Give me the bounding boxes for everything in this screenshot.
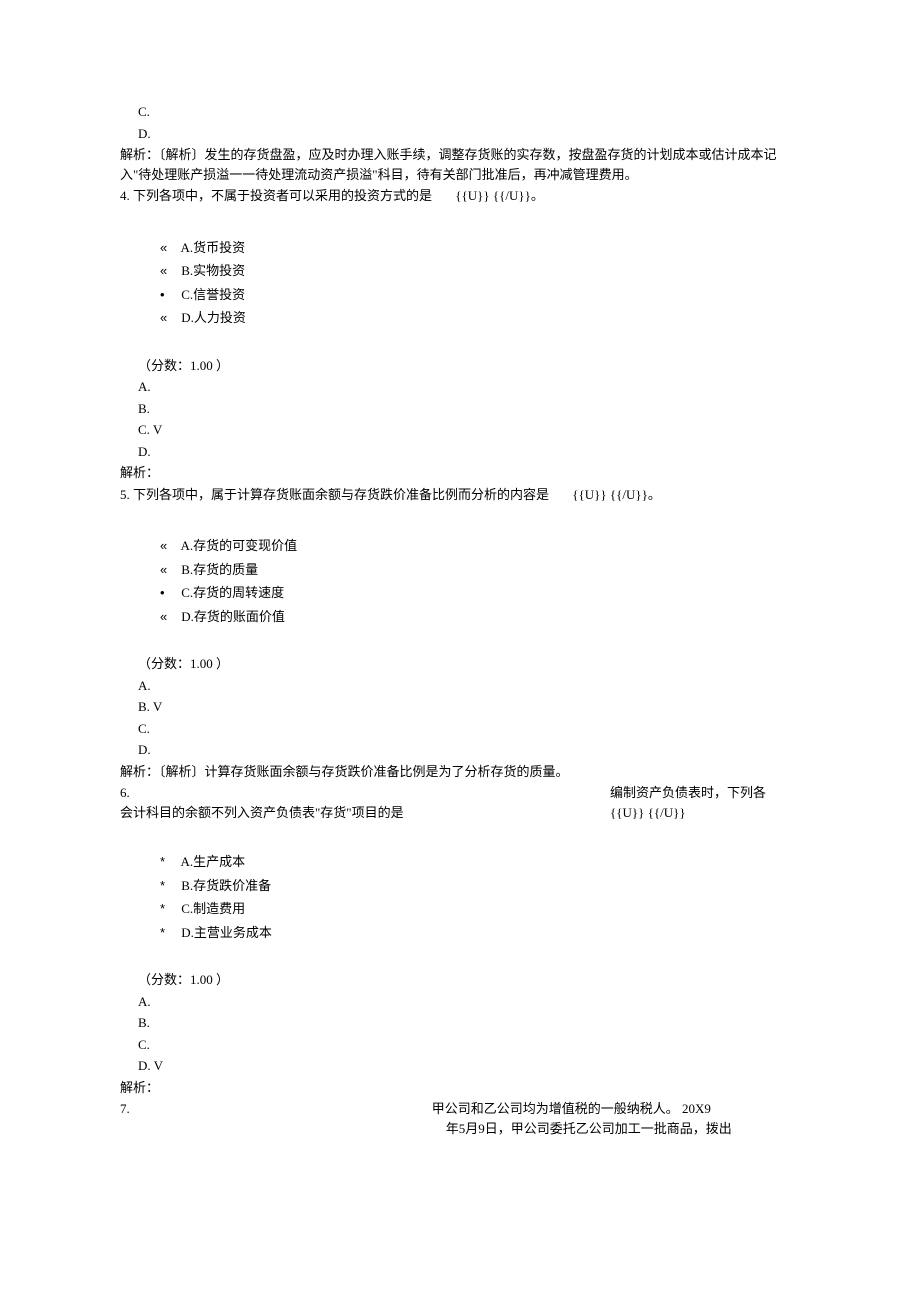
q4-answer-b: B. — [120, 399, 800, 419]
bullet-icon: * — [160, 923, 178, 943]
q5-explanation: 解析：〔解析〕计算存货账面余额与存货跌价准备比例是为了分析存货的质量。 — [120, 762, 800, 782]
q6-option-a: * A.生产成本 — [120, 852, 800, 872]
q6-row1: 6. 编制资产负债表时，下列各 — [120, 783, 800, 803]
q6-option-d: * D.主营业务成本 — [120, 923, 800, 943]
q4-stem-text: 4. 下列各项中，不属于投资者可以采用的投资方式的是 — [120, 188, 432, 203]
q6-answer-d: D. V — [120, 1056, 800, 1076]
q6-tag: {{U}} {{/U}} — [610, 803, 800, 823]
q5-option-c: • C.存货的周转速度 — [120, 583, 800, 603]
document-page: C. D. 解析：〔解析〕发生的存货盘盈，应及时办理入账手续，调整存货账的实存数… — [0, 0, 920, 1303]
q4-option-c: • C.信誉投资 — [120, 285, 800, 305]
bullet-icon: « — [160, 607, 178, 627]
q5-option-b-label: B.存货的质量 — [181, 562, 258, 577]
q6-row2: 会计科目的余额不列入资产负债表"存货"项目的是 {{U}} {{/U}} — [120, 803, 800, 823]
q4-answer-c: C. V — [120, 420, 800, 440]
q5-option-a-label: A.存货的可变现价值 — [181, 538, 298, 553]
q4-explanation: 解析： — [120, 463, 800, 483]
q6-answer-c: C. — [120, 1035, 800, 1055]
bullet-icon: • — [160, 285, 178, 305]
bullet-icon: « — [160, 261, 178, 281]
q5-score: （分数：1.00 ） — [120, 654, 800, 674]
q4-option-c-label: C.信誉投资 — [181, 287, 245, 302]
q4-option-b: « B.实物投资 — [120, 261, 800, 281]
q4-stem: 4. 下列各项中，不属于投资者可以采用的投资方式的是 {{U}} {{/U}}。 — [120, 186, 800, 206]
answer-option-d: D. — [120, 124, 800, 144]
q6-score: （分数：1.00 ） — [120, 970, 800, 990]
q6-option-b-label: B.存货跌价准备 — [181, 878, 271, 893]
q5-answer-c: C. — [120, 719, 800, 739]
bullet-icon: « — [160, 308, 178, 328]
bullet-icon: * — [160, 876, 178, 896]
q4-option-d: « D.人力投资 — [120, 308, 800, 328]
q7-row1: 7. 甲公司和乙公司均为增值税的一般纳税人。 20X9 — [120, 1099, 800, 1119]
q5-stem-text: 5. 下列各项中，属于计算存货账面余额与存货跌价准备比例而分析的内容是 — [120, 487, 549, 502]
q5-option-b: « B.存货的质量 — [120, 560, 800, 580]
bullet-icon: * — [160, 899, 178, 919]
q4-tag: {{U}} {{/U}}。 — [435, 188, 544, 203]
q4-option-b-label: B.实物投资 — [181, 263, 245, 278]
q6-answer-a: A. — [120, 992, 800, 1012]
q6-option-c-label: C.制造费用 — [181, 901, 245, 916]
bullet-icon: « — [160, 536, 178, 556]
q7-right2: 年5月9日，甲公司委托乙公司加工一批商品，拨出 — [446, 1119, 732, 1139]
q6-answer-b: B. — [120, 1013, 800, 1033]
q5-option-a: « A.存货的可变现价值 — [120, 536, 800, 556]
q7-right1: 甲公司和乙公司均为增值税的一般纳税人。 20X9 — [432, 1099, 711, 1119]
q7-number: 7. — [120, 1099, 130, 1119]
bullet-icon: * — [160, 852, 178, 872]
q5-answer-d: D. — [120, 740, 800, 760]
q4-option-a-label: A.货币投资 — [181, 240, 246, 255]
q5-tag: {{U}} {{/U}}。 — [552, 487, 661, 502]
q5-answer-b: B. V — [120, 697, 800, 717]
q4-answer-a: A. — [120, 377, 800, 397]
q4-answer-d: D. — [120, 442, 800, 462]
q6-left2: 会计科目的余额不列入资产负债表"存货"项目的是 — [120, 803, 404, 823]
q6-number: 6. — [120, 783, 130, 803]
q6-option-c: * C.制造费用 — [120, 899, 800, 919]
q5-answer-a: A. — [120, 676, 800, 696]
q6-explanation: 解析： — [120, 1078, 800, 1098]
q5-option-c-label: C.存货的周转速度 — [181, 585, 284, 600]
q5-option-d: « D.存货的账面价值 — [120, 607, 800, 627]
bullet-icon: « — [160, 238, 178, 258]
q4-score: （分数：1.00 ） — [120, 356, 800, 376]
answer-option-c: C. — [120, 102, 800, 122]
q4-option-d-label: D.人力投资 — [181, 310, 246, 325]
q6-option-a-label: A.生产成本 — [181, 854, 246, 869]
q6-option-d-label: D.主营业务成本 — [181, 925, 272, 940]
q3-explanation: 解析：〔解析〕发生的存货盘盈，应及时办理入账手续，调整存货账的实存数，按盘盈存货… — [120, 145, 800, 184]
q7-row2: 7. 年5月9日，甲公司委托乙公司加工一批商品，拨出 — [120, 1119, 800, 1139]
q5-stem: 5. 下列各项中，属于计算存货账面余额与存货跌价准备比例而分析的内容是 {{U}… — [120, 485, 800, 505]
bullet-icon: • — [160, 583, 178, 603]
q5-option-d-label: D.存货的账面价值 — [181, 609, 285, 624]
bullet-icon: « — [160, 560, 178, 580]
q4-option-a: « A.货币投资 — [120, 238, 800, 258]
q6-option-b: * B.存货跌价准备 — [120, 876, 800, 896]
q6-right1: 编制资产负债表时，下列各 — [610, 783, 800, 803]
